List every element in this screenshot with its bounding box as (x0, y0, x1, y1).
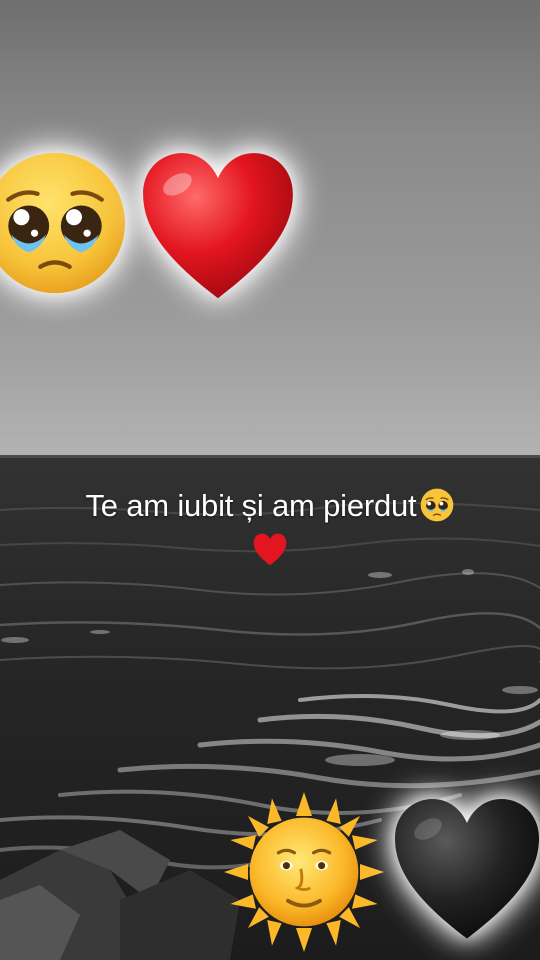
pleading-face-icon (420, 488, 454, 522)
red-heart-icon (253, 533, 287, 567)
caption: Te am iubit și am pierdut (0, 486, 540, 566)
black-heart-icon (392, 796, 540, 946)
red-heart-icon (140, 150, 296, 306)
pleading-face-icon (0, 150, 128, 296)
photo-scene: Te am iubit și am pierdut (0, 0, 540, 960)
sun-with-face-icon (224, 792, 384, 952)
caption-text: Te am iubit și am pierdut (85, 488, 417, 523)
